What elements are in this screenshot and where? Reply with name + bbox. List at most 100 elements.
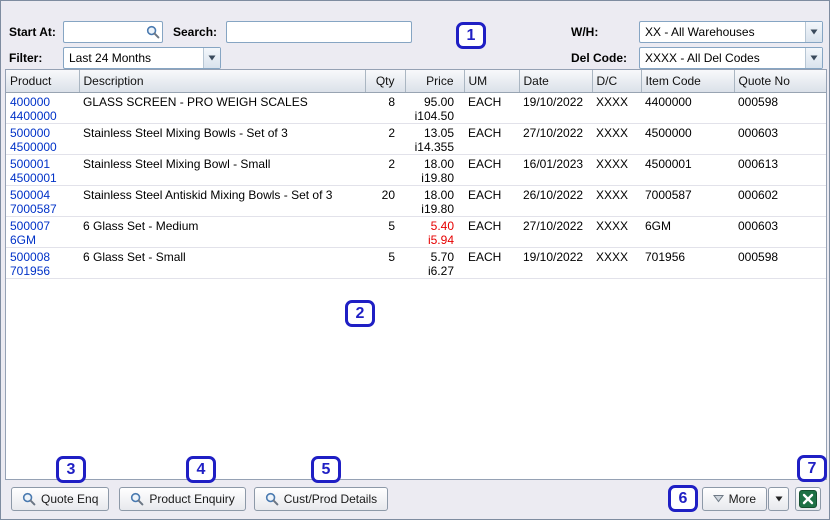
date-cell: 27/10/2022: [519, 123, 592, 155]
product-code-bottom: 701956: [10, 263, 51, 278]
date-cell: 16/01/2023: [519, 154, 592, 186]
description-cell: 6 Glass Set - Small: [79, 247, 365, 279]
warehouse-select[interactable]: XX - All Warehouses: [639, 21, 823, 43]
dc-cell: XXXX: [592, 123, 641, 155]
annotation-badge-7: 7: [797, 455, 827, 482]
qty-cell: 8: [365, 92, 405, 124]
col-header-date[interactable]: Date: [519, 70, 593, 93]
product-code-bottom: 4500000: [10, 139, 57, 154]
annotation-badge-3: 3: [56, 456, 86, 483]
date-cell: 19/10/2022: [519, 247, 592, 279]
product-code-top: 400000: [10, 94, 51, 109]
quote-no-cell: 000598: [734, 247, 826, 279]
col-header-qty[interactable]: Qty: [365, 70, 406, 93]
item-code-cell: 701956: [641, 247, 734, 279]
search-input[interactable]: [226, 21, 412, 43]
table-row[interactable]: 500000 4500000 Stainless Steel Mixing Bo…: [6, 123, 826, 155]
quote-no-cell: 000602: [734, 185, 826, 217]
del-code-label: Del Code:: [571, 51, 628, 65]
search-icon: [265, 492, 279, 505]
cust-prod-details-label: Cust/Prod Details: [283, 491, 378, 506]
annotation-badge-1: 1: [456, 22, 486, 49]
warehouse-label: W/H:: [571, 25, 599, 39]
col-header-quote-no[interactable]: Quote No: [734, 70, 826, 93]
dc-cell: XXXX: [592, 154, 641, 186]
table-row[interactable]: 500008 701956 6 Glass Set - Small 5 5.70…: [6, 247, 826, 279]
description-cell: Stainless Steel Antiskid Mixing Bowls - …: [79, 185, 365, 217]
chevron-down-icon: [775, 496, 782, 501]
price-excl: 95.00: [423, 94, 454, 109]
table-row[interactable]: 500004 7000587 Stainless Steel Antiskid …: [6, 185, 826, 217]
dc-cell: XXXX: [592, 247, 641, 279]
um-cell: EACH: [464, 185, 519, 217]
item-code-cell: 4500001: [641, 154, 734, 186]
um-cell: EACH: [464, 154, 519, 186]
table-row[interactable]: 400000 4400000 GLASS SCREEN - PRO WEIGH …: [6, 92, 826, 124]
col-header-item-code[interactable]: Item Code: [641, 70, 735, 93]
chevron-down-icon: [805, 22, 822, 42]
product-code-top: 500000: [10, 125, 51, 140]
filter-select[interactable]: Last 24 Months: [63, 47, 221, 69]
price-excl: 18.00: [423, 156, 454, 171]
date-cell: 19/10/2022: [519, 92, 592, 124]
col-header-price[interactable]: Price: [405, 70, 465, 93]
description-cell: Stainless Steel Mixing Bowl - Small: [79, 154, 365, 186]
start-at-field: [63, 21, 163, 43]
item-code-cell: 4400000: [641, 92, 734, 124]
filter-label: Filter:: [9, 51, 43, 65]
dc-cell: XXXX: [592, 216, 641, 248]
product-enquiry-button[interactable]: Product Enquiry: [119, 486, 246, 511]
product-code-bottom: 4400000: [10, 108, 57, 123]
description-cell: Stainless Steel Mixing Bowls - Set of 3: [79, 123, 365, 155]
product-code-bottom: 7000587: [10, 201, 57, 216]
description-cell: GLASS SCREEN - PRO WEIGH SCALES: [79, 92, 365, 124]
price-excl: 13.05: [423, 125, 454, 140]
qty-cell: 2: [365, 154, 405, 186]
quote-no-cell: 000598: [734, 92, 826, 124]
chevron-down-icon: [805, 48, 822, 68]
table-row[interactable]: 500001 4500001 Stainless Steel Mixing Bo…: [6, 154, 826, 186]
price-incl: i5.94: [427, 232, 454, 247]
col-header-description[interactable]: Description: [79, 70, 366, 93]
um-cell: EACH: [464, 247, 519, 279]
price-incl: i19.80: [421, 201, 454, 216]
qty-cell: 20: [365, 185, 405, 217]
col-header-um[interactable]: UM: [464, 70, 520, 93]
search-icon: [146, 25, 159, 39]
search-icon: [22, 492, 36, 505]
col-header-dc[interactable]: D/C: [592, 70, 642, 93]
um-cell: EACH: [464, 123, 519, 155]
del-code-select[interactable]: XXXX - All Del Codes: [639, 47, 823, 69]
dc-cell: XXXX: [592, 92, 641, 124]
quote-enq-label: Quote Enq: [41, 491, 99, 506]
more-button[interactable]: More: [701, 486, 767, 511]
qty-cell: 2: [365, 123, 405, 155]
excel-export-button[interactable]: [795, 486, 821, 511]
more-dropdown-button[interactable]: [768, 486, 789, 511]
results-grid: Product Description Qty Price UM Date D/…: [5, 69, 827, 480]
price-excl: 18.00: [423, 187, 454, 202]
qty-cell: 5: [365, 216, 405, 248]
date-cell: 27/10/2022: [519, 216, 592, 248]
start-at-label: Start At:: [9, 25, 56, 39]
col-header-product[interactable]: Product: [6, 70, 80, 93]
annotation-badge-6: 6: [668, 485, 698, 512]
quote-no-cell: 000603: [734, 123, 826, 155]
price-excl: 5.40: [430, 218, 454, 233]
product-code-top: 500001: [10, 156, 51, 171]
dc-cell: XXXX: [592, 185, 641, 217]
start-at-lookup-button[interactable]: [144, 24, 161, 40]
quote-no-cell: 000603: [734, 216, 826, 248]
price-excl: 5.70: [430, 249, 454, 264]
um-cell: EACH: [464, 92, 519, 124]
item-code-cell: 6GM: [641, 216, 734, 248]
table-row[interactable]: 500007 6GM 6 Glass Set - Medium 5 5.40 i…: [6, 216, 826, 248]
footer-toolbar: Quote Enq Product Enquiry Cust/Prod Deta…: [1, 478, 829, 519]
product-code-bottom: 4500001: [10, 170, 57, 185]
search-label: Search:: [173, 25, 218, 39]
table-header-row: Product Description Qty Price UM Date D/…: [6, 70, 826, 93]
quote-enq-button[interactable]: Quote Enq: [11, 486, 110, 511]
quote-no-cell: 000613: [734, 154, 826, 186]
cust-prod-details-button[interactable]: Cust/Prod Details: [253, 486, 389, 511]
product-code-bottom: 6GM: [10, 232, 37, 247]
